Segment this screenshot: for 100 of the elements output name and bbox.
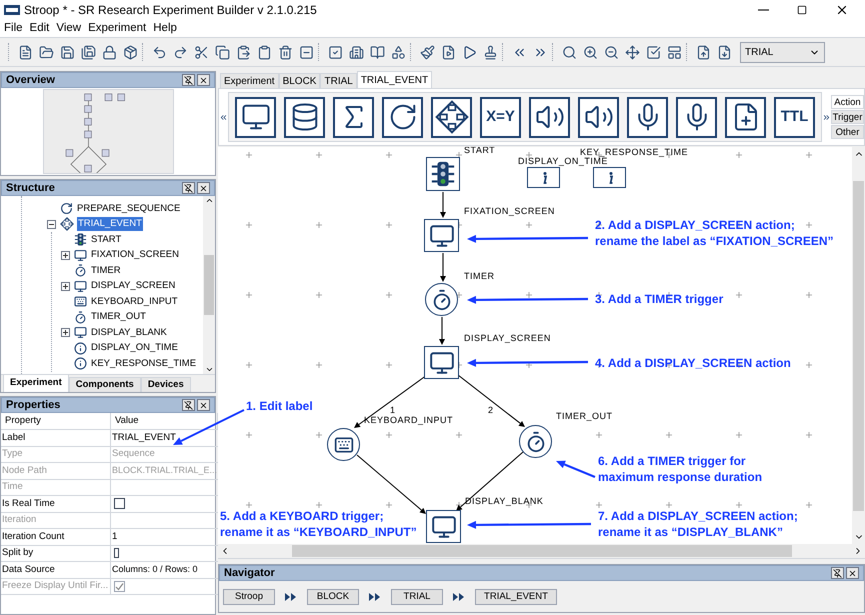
editor-tab[interactable]: Experiment xyxy=(220,73,279,88)
stamp-button[interactable] xyxy=(482,43,498,61)
picker-field[interactable] xyxy=(114,548,119,558)
lock-button[interactable] xyxy=(101,43,117,61)
property-value[interactable]: Columns: 0 / Rows: 0 xyxy=(111,562,218,578)
palette-tab[interactable]: Action xyxy=(831,95,864,109)
paste-button[interactable] xyxy=(235,43,251,61)
close-button[interactable] xyxy=(835,3,849,17)
tree-item[interactable]: TIMER xyxy=(90,264,122,278)
tree-item[interactable]: TRIAL_EVENT xyxy=(77,217,143,232)
expand-toggle[interactable] xyxy=(61,250,70,260)
close-button[interactable] xyxy=(197,182,210,194)
palette-item[interactable]: X=Y xyxy=(480,96,521,138)
timer-node[interactable] xyxy=(519,425,552,458)
close-button[interactable] xyxy=(197,399,210,411)
scroll-up-icon xyxy=(204,196,214,205)
palette-tab[interactable]: Other xyxy=(831,125,864,139)
pin-button[interactable] xyxy=(182,182,195,194)
pin-button[interactable] xyxy=(182,74,195,86)
brush-button[interactable] xyxy=(419,43,435,61)
close-button[interactable] xyxy=(197,74,210,86)
palette-tab[interactable]: Trigger xyxy=(831,110,864,124)
editor-tab[interactable]: BLOCK xyxy=(278,73,320,88)
breadcrumb-button[interactable]: TRIAL xyxy=(391,588,443,604)
copy-button[interactable] xyxy=(214,43,230,61)
menu-item[interactable]: View xyxy=(56,20,82,38)
scroll-right-icon[interactable] xyxy=(822,112,831,122)
scroll-left-icon[interactable] xyxy=(219,112,228,122)
file-up-button[interactable] xyxy=(695,43,711,61)
start-node[interactable] xyxy=(426,157,460,191)
package-button[interactable] xyxy=(122,43,138,61)
pin-button[interactable] xyxy=(182,399,195,411)
delete-button[interactable] xyxy=(277,43,293,61)
delete-icon xyxy=(278,44,292,60)
palette-item[interactable]: TTL xyxy=(774,96,815,138)
panel-tab[interactable]: Components xyxy=(68,377,141,392)
shapes-button[interactable] xyxy=(390,43,406,61)
paste-icon xyxy=(236,44,250,60)
file-down-button[interactable] xyxy=(716,43,732,61)
info-node[interactable] xyxy=(593,167,626,188)
tree-item[interactable]: DISPLAY_BLANK xyxy=(90,326,168,340)
menu-item[interactable]: Edit xyxy=(30,20,50,38)
palette-item[interactable] xyxy=(284,96,325,138)
column-header: Property xyxy=(1,413,111,430)
info-node[interactable] xyxy=(527,167,560,188)
document-button[interactable] xyxy=(440,43,456,61)
palette-item[interactable] xyxy=(333,96,374,138)
palette-item[interactable] xyxy=(578,96,619,138)
maximize-button[interactable] xyxy=(797,5,807,15)
double-arrow-icon xyxy=(285,592,297,600)
expand-toggle[interactable] xyxy=(61,328,70,338)
tree-item[interactable]: FIXATION_SCREEN xyxy=(90,248,180,262)
new-file-button[interactable] xyxy=(17,43,33,61)
minimize-button[interactable] xyxy=(758,9,769,11)
fit-button[interactable] xyxy=(624,43,640,61)
save-all-button[interactable] xyxy=(80,43,96,61)
panel-tab[interactable]: Devices xyxy=(140,377,191,392)
menu-item[interactable]: File xyxy=(4,20,23,38)
search-icon xyxy=(562,44,576,60)
palette-item[interactable] xyxy=(382,96,423,138)
vertical-scrollbar[interactable] xyxy=(203,196,215,374)
keyboard-node[interactable] xyxy=(327,428,360,461)
menu-item[interactable]: Help xyxy=(153,20,177,38)
close-icon xyxy=(835,3,849,17)
horizontal-scrollbar[interactable] xyxy=(218,544,865,559)
palette-item[interactable] xyxy=(627,96,668,138)
expand-toggle[interactable] xyxy=(61,282,70,291)
tree-item[interactable]: PREPARE_SEQUENCE xyxy=(76,202,182,216)
display-node[interactable] xyxy=(424,219,459,252)
editor-tab[interactable]: TRIAL_EVENT xyxy=(356,71,432,88)
palette-item[interactable] xyxy=(235,96,276,138)
tree-item[interactable]: KEYBOARD_INPUT xyxy=(90,294,179,309)
palette-item[interactable] xyxy=(431,96,472,138)
breadcrumb-button[interactable]: Stroop xyxy=(223,588,275,604)
tree-item[interactable]: KEY_RESPONSE_TIME xyxy=(90,356,198,371)
checkbox[interactable] xyxy=(114,498,125,510)
tree-item[interactable]: START xyxy=(90,232,122,247)
tree-item[interactable]: TIMER_OUT xyxy=(90,310,147,324)
tree-item[interactable]: DISPLAY_ON_TIME xyxy=(90,341,179,356)
branch-label: 1 xyxy=(390,405,396,415)
editor-tab[interactable]: TRIAL xyxy=(320,73,357,88)
display-node[interactable] xyxy=(424,346,459,379)
breadcrumb-button[interactable]: BLOCK xyxy=(307,588,359,604)
palette-item[interactable] xyxy=(676,96,717,138)
tree-item[interactable]: DISPLAY_SCREEN xyxy=(90,279,176,294)
pin-button[interactable] xyxy=(831,567,844,579)
double-arrow-icon xyxy=(369,592,381,600)
palette-item[interactable] xyxy=(529,96,570,138)
layout-icon xyxy=(666,44,682,60)
timer-node[interactable] xyxy=(425,283,458,316)
breadcrumb-button[interactable]: TRIAL_EVENT xyxy=(475,588,557,604)
close-button[interactable] xyxy=(846,567,859,579)
menu-item[interactable]: Experiment xyxy=(88,20,146,38)
palette-item[interactable] xyxy=(725,96,766,138)
level-dropdown[interactable]: TRIAL xyxy=(740,42,825,62)
refresh-icon xyxy=(60,202,73,216)
panel-tab[interactable]: Experiment xyxy=(3,374,69,392)
display-node[interactable] xyxy=(426,510,461,543)
collapse-toggle[interactable] xyxy=(47,220,56,229)
clipboard-button[interactable] xyxy=(256,43,272,61)
